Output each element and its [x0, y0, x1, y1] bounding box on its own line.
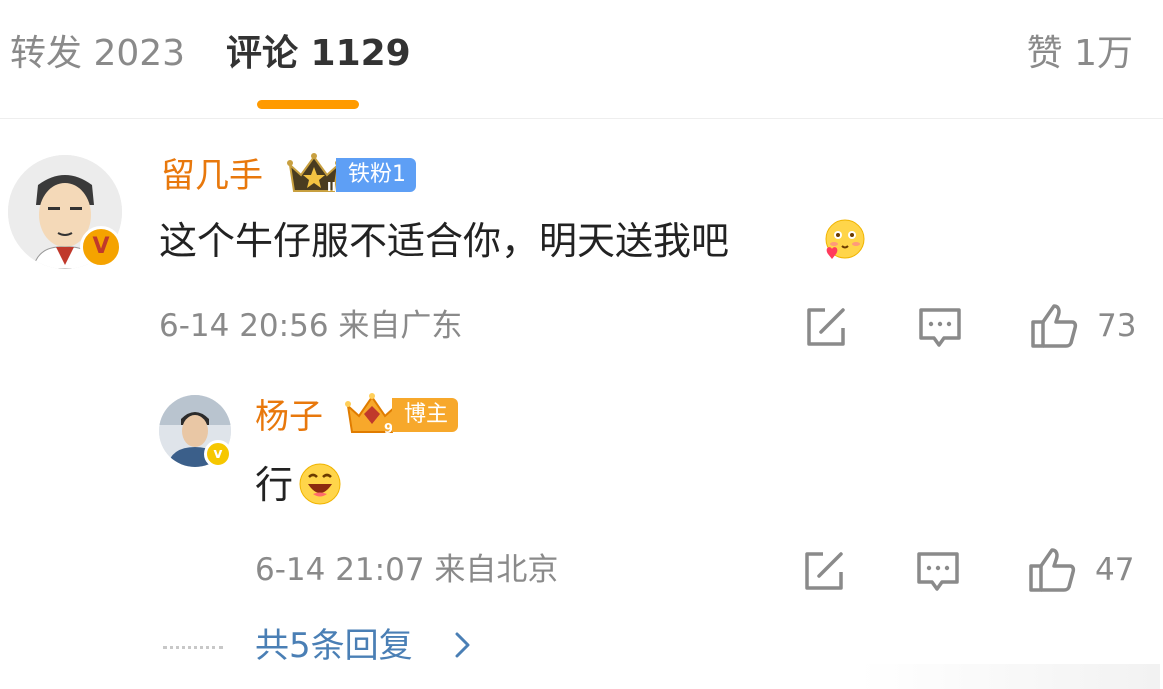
verified-v-icon: v: [204, 440, 232, 468]
reply-username[interactable]: 杨子: [255, 395, 323, 439]
host-badge: 博主: [392, 398, 459, 432]
active-tab-indicator: [257, 100, 359, 109]
chevron-right-icon[interactable]: [452, 628, 474, 662]
tab-comments[interactable]: 评论 1129: [226, 30, 411, 78]
fan-crown-icon: II: [287, 153, 341, 194]
divider-dots: [163, 646, 223, 649]
share-icon[interactable]: [803, 550, 845, 592]
like-count: 73: [1097, 308, 1137, 344]
like-thumb-icon[interactable]: [1028, 547, 1076, 593]
reply-text: 行: [255, 463, 294, 507]
like-count: 47: [1095, 552, 1135, 588]
verified-v-icon: V: [80, 226, 122, 268]
view-replies-link[interactable]: 共5条回复: [255, 624, 413, 668]
comment-username[interactable]: 留几手: [161, 154, 263, 198]
svg-text:II: II: [327, 180, 336, 194]
comment-icon[interactable]: [918, 307, 962, 349]
share-icon[interactable]: [805, 306, 847, 348]
comment-meta: 6-14 20:56 来自广东: [159, 308, 463, 344]
reply-meta: 6-14 21:07 来自北京: [255, 552, 559, 588]
fan-level-badge: 铁粉1: [336, 158, 416, 192]
like-thumb-icon[interactable]: [1030, 303, 1078, 349]
blush-heart-emoji: [825, 219, 865, 259]
bottom-fade: [860, 664, 1160, 689]
laughing-emoji: [299, 463, 341, 505]
comment-text: 这个牛仔服不适合你，明天送我吧: [159, 219, 730, 263]
tab-repost[interactable]: 转发 2023: [10, 30, 185, 78]
comment-tab-bar: 转发 2023 评论 1129 赞 1万: [0, 0, 1163, 119]
tab-likes[interactable]: 赞 1万: [1027, 30, 1133, 78]
comment-icon[interactable]: [916, 551, 960, 593]
